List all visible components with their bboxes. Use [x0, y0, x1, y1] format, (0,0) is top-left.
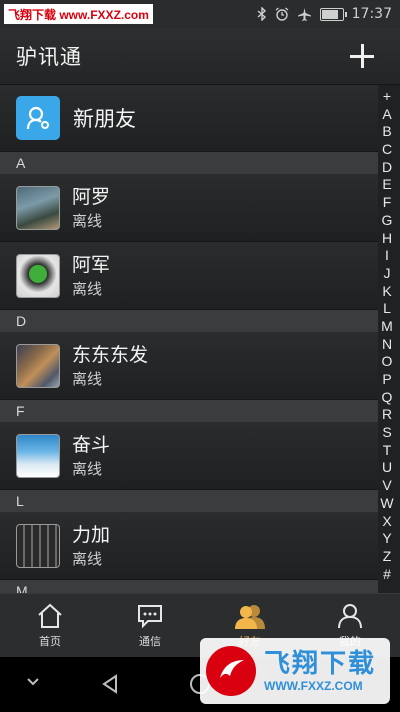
status-icons: 17:37 — [257, 6, 392, 22]
index-letter[interactable]: K — [382, 283, 391, 301]
index-letter[interactable]: I — [385, 247, 389, 265]
hide-keyboard-icon[interactable] — [26, 677, 40, 687]
section-header-l: L — [0, 490, 378, 512]
tab-home-label: 首页 — [39, 635, 61, 648]
alarm-icon — [275, 7, 289, 21]
index-letter[interactable]: F — [383, 194, 392, 212]
index-letter[interactable]: R — [382, 406, 392, 424]
contact-status: 离线 — [72, 279, 103, 298]
tab-messages[interactable]: 通信 — [100, 594, 200, 658]
index-letter[interactable]: V — [382, 477, 391, 495]
contact-row[interactable]: 奋斗 离线 — [0, 422, 378, 490]
watermark-logo-icon — [206, 646, 256, 696]
contact-row[interactable]: 阿军 离线 — [0, 242, 378, 310]
contact-name: 阿军 — [72, 253, 111, 276]
contact-row[interactable]: 力加 离线 — [0, 512, 378, 580]
index-letter[interactable]: X — [382, 513, 391, 531]
tab-messages-label: 通信 — [139, 635, 161, 648]
index-letter[interactable]: L — [383, 300, 391, 318]
avatar — [16, 343, 60, 388]
watermark-overlay: 飞翔下载 WWW.FXXZ.COM — [200, 638, 390, 704]
section-header-f: F — [0, 400, 378, 422]
index-letter[interactable]: O — [382, 353, 393, 371]
tab-home[interactable]: 首页 — [0, 594, 100, 658]
clock: 17:37 — [351, 6, 392, 22]
index-letter[interactable]: Z — [383, 548, 392, 566]
new-friend-item[interactable]: 新朋友 — [0, 85, 378, 152]
status-bar: 飞翔下载 www.FXXZ.com 17:37 — [0, 0, 400, 28]
index-letter[interactable]: P — [382, 371, 391, 389]
index-letter[interactable]: + — [383, 88, 391, 106]
avatar — [16, 523, 60, 568]
contact-status: 离线 — [72, 459, 103, 478]
index-letter[interactable]: M — [381, 318, 393, 336]
bluetooth-icon — [257, 7, 266, 21]
watermark-banner: 飞翔下载 www.FXXZ.com — [4, 4, 153, 24]
back-icon[interactable] — [100, 674, 120, 694]
section-header-m: M — [0, 580, 378, 593]
contact-name: 阿罗 — [72, 185, 111, 208]
watermark-cn: 飞翔下载 — [264, 649, 377, 679]
contact-name: 东东东发 — [72, 343, 149, 366]
new-friend-label: 新朋友 — [73, 107, 136, 131]
index-letter[interactable]: U — [382, 459, 392, 477]
page-title: 驴讯通 — [16, 45, 82, 69]
alphabet-index[interactable]: + A B C D E F G H I J K L M N O P Q R S T U V W X Y Z # — [376, 88, 398, 583]
home-icon — [38, 603, 62, 628]
watermark-url: WWW.FXXZ.COM — [264, 679, 363, 693]
section-header-a: A — [0, 152, 378, 174]
index-letter[interactable]: B — [382, 123, 391, 141]
message-icon — [138, 605, 162, 629]
app-header: 驴讯通 — [0, 28, 400, 85]
profile-icon — [338, 604, 362, 629]
airplane-icon — [297, 7, 311, 21]
index-letter[interactable]: W — [380, 495, 393, 513]
index-letter[interactable]: G — [382, 212, 393, 230]
contact-row[interactable]: 阿罗 离线 — [0, 174, 378, 242]
new-friend-icon — [16, 96, 60, 140]
avatar — [16, 185, 60, 230]
index-letter[interactable]: J — [384, 265, 391, 283]
avatar — [16, 253, 60, 298]
index-letter[interactable]: E — [382, 176, 391, 194]
contact-status: 离线 — [72, 369, 103, 388]
add-button[interactable] — [342, 36, 382, 76]
index-letter[interactable]: S — [382, 424, 391, 442]
contact-name: 奋斗 — [72, 433, 111, 456]
index-letter[interactable]: T — [383, 442, 392, 460]
contact-status: 离线 — [72, 549, 103, 568]
battery-icon — [319, 7, 347, 21]
section-header-d: D — [0, 310, 378, 332]
contact-row[interactable]: 东东东发 离线 — [0, 332, 378, 400]
index-letter[interactable]: A — [382, 106, 391, 124]
index-letter[interactable]: Q — [382, 389, 393, 407]
contact-list[interactable]: 新朋友 A 阿罗 离线 阿军 离线 D 东东东发 离线 F 奋斗 离线 L 力加… — [0, 85, 378, 593]
contact-status: 离线 — [72, 211, 103, 230]
index-letter[interactable]: N — [382, 336, 392, 354]
index-letter[interactable]: # — [383, 566, 391, 584]
friends-icon — [235, 605, 265, 629]
index-letter[interactable]: C — [382, 141, 392, 159]
contact-name: 力加 — [72, 523, 111, 546]
index-letter[interactable]: Y — [382, 530, 391, 548]
index-letter[interactable]: D — [382, 159, 392, 177]
avatar — [16, 433, 60, 478]
index-letter[interactable]: H — [382, 230, 392, 248]
